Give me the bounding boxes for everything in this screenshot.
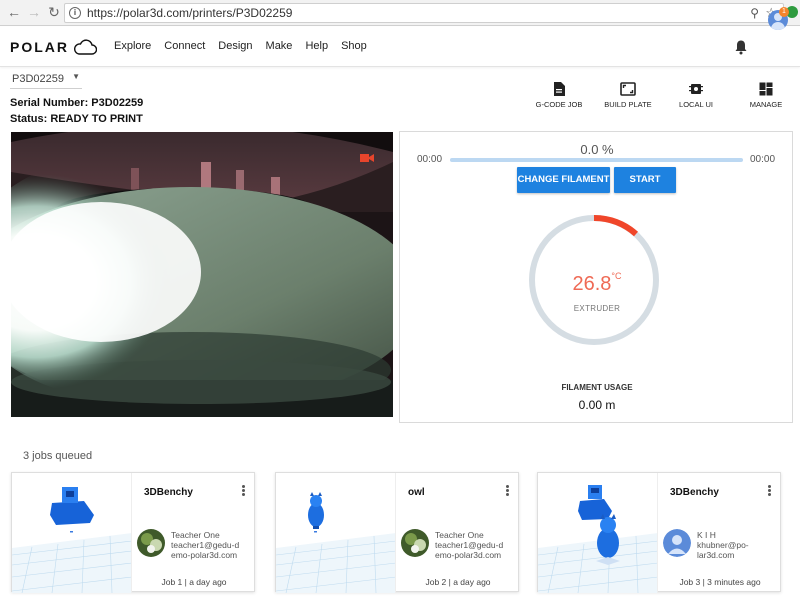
- temperature-unit: °C: [611, 271, 622, 281]
- job-footer: Job 3 | 3 minutes ago: [679, 577, 761, 587]
- logo-text: POLAR: [10, 39, 69, 55]
- job-thumbnail[interactable]: [538, 473, 658, 593]
- build-plate-button[interactable]: BUILD PLATE: [596, 82, 660, 112]
- build-plate-label: BUILD PLATE: [604, 100, 652, 109]
- camera-image: [11, 132, 393, 417]
- owner-name: Teacher One: [435, 530, 484, 540]
- temperature-value: 26.8: [572, 273, 612, 295]
- nav-explore[interactable]: Explore: [114, 40, 151, 52]
- job-footer: Job 1 | a day ago: [161, 577, 227, 587]
- queue-title: 3 jobs queued: [23, 450, 93, 462]
- url-text[interactable]: https://polar3d.com/printers/P3D02259: [87, 6, 292, 20]
- cloud-icon: [74, 39, 97, 55]
- polar-logo[interactable]: POLAR: [10, 37, 97, 57]
- time-elapsed: 00:00: [417, 154, 443, 165]
- job-name: 3DBenchy: [144, 487, 193, 498]
- printer-status: Status: READY TO PRINT: [10, 113, 143, 125]
- forward-icon[interactable]: →: [26, 4, 42, 20]
- video-camera-icon[interactable]: [360, 153, 374, 163]
- owner-name: Teacher One: [171, 530, 220, 540]
- job-thumbnail[interactable]: [276, 473, 396, 593]
- reload-icon[interactable]: ↻: [46, 4, 62, 20]
- document-icon: [554, 82, 565, 96]
- start-button[interactable]: START: [614, 167, 676, 193]
- nav-connect[interactable]: Connect: [164, 40, 205, 52]
- job-owner: Teacher One teacher1@gedu-d emo-polar3d.…: [171, 530, 251, 560]
- model-preview-image: [12, 473, 131, 593]
- owner-avatar: [401, 529, 429, 557]
- zoom-icon[interactable]: ⚲: [750, 6, 759, 20]
- nav-make[interactable]: Make: [266, 40, 293, 52]
- notification-badge: 1: [779, 7, 789, 17]
- more-vert-icon[interactable]: [504, 485, 510, 499]
- dashboard-icon: [759, 82, 773, 96]
- model-preview-image: [276, 473, 395, 593]
- local-ui-button[interactable]: LOCAL UI: [664, 82, 728, 112]
- avatar-body: [771, 22, 785, 30]
- owner-email-line-2: emo-polar3d.com: [171, 550, 238, 560]
- job-name: 3DBenchy: [670, 487, 719, 498]
- job-owner: Teacher One teacher1@gedu-d emo-polar3d.…: [435, 530, 515, 560]
- model-preview-image: [538, 473, 657, 593]
- main-nav: Explore Connect Design Make Help Shop: [114, 40, 380, 52]
- job-card[interactable]: 3DBenchy Teacher One teacher1@gedu-d emo…: [11, 472, 255, 593]
- change-filament-button[interactable]: CHANGE FILAMENT: [517, 167, 610, 193]
- owner-email-line-2: lar3d.com: [697, 550, 735, 560]
- nav-design[interactable]: Design: [218, 40, 252, 52]
- app-header: POLAR Explore Connect Design Make Help S…: [0, 27, 800, 67]
- job-owner: K I H khubner@po- lar3d.com: [697, 530, 777, 560]
- bell-icon[interactable]: [734, 39, 748, 55]
- webcam-feed[interactable]: [11, 132, 393, 417]
- owner-avatar: [663, 529, 691, 557]
- manage-label: MANAGE: [749, 100, 783, 109]
- serial-number: Serial Number: P3D02259: [10, 97, 144, 109]
- owner-name: K I H: [697, 530, 716, 540]
- time-remaining: 00:00: [750, 154, 776, 165]
- gcode-job-button[interactable]: G-CODE JOB: [527, 82, 591, 112]
- owner-email-line-1: khubner@po-: [697, 540, 749, 550]
- owner-email-line-2: emo-polar3d.com: [435, 550, 502, 560]
- address-bar[interactable]: i https://polar3d.com/printers/P3D02259 …: [64, 3, 784, 23]
- owner-email-line-1: teacher1@gedu-d: [171, 540, 240, 550]
- job-name: owl: [408, 487, 425, 498]
- job-card[interactable]: 3DBenchy K I H khubner@po- lar3d.com Job…: [537, 472, 781, 593]
- nav-shop[interactable]: Shop: [341, 40, 367, 52]
- owner-avatar: [137, 529, 165, 557]
- temperature-readout: 26.8°C: [400, 271, 794, 296]
- dropdown-caret-icon: ▼: [72, 72, 80, 81]
- local-ui-label: LOCAL UI: [679, 100, 713, 109]
- job-footer: Job 2 | a day ago: [425, 577, 491, 587]
- job-card[interactable]: owl Teacher One teacher1@gedu-d emo-pola…: [275, 472, 519, 593]
- manage-button[interactable]: MANAGE: [734, 82, 798, 112]
- nav-help[interactable]: Help: [305, 40, 328, 52]
- chip-icon: [689, 84, 703, 94]
- gcode-job-label: G-CODE JOB: [535, 100, 583, 109]
- printer-select[interactable]: P3D02259 ▼: [10, 71, 82, 89]
- job-thumbnail[interactable]: [12, 473, 132, 593]
- info-icon[interactable]: i: [69, 7, 81, 19]
- owner-email-line-1: teacher1@gedu-d: [435, 540, 504, 550]
- build-plate-icon: [620, 82, 636, 96]
- more-vert-icon[interactable]: [766, 485, 772, 499]
- filament-usage-label: FILAMENT USAGE: [561, 383, 633, 392]
- printer-control-panel: 0.0 % 00:00 00:00 CHANGE FILAMENT START …: [399, 131, 793, 423]
- more-vert-icon[interactable]: [240, 485, 246, 499]
- filament-usage-value: 0.00 m: [578, 398, 616, 412]
- printer-select-value: P3D02259: [12, 73, 64, 85]
- extruder-label: EXTRUDER: [573, 304, 621, 313]
- progress-percent: 0.0 %: [580, 142, 614, 157]
- progress-bar: [450, 158, 743, 162]
- back-icon[interactable]: ←: [6, 4, 22, 20]
- browser-toolbar: ← → ↻ i https://polar3d.com/printers/P3D…: [0, 0, 800, 26]
